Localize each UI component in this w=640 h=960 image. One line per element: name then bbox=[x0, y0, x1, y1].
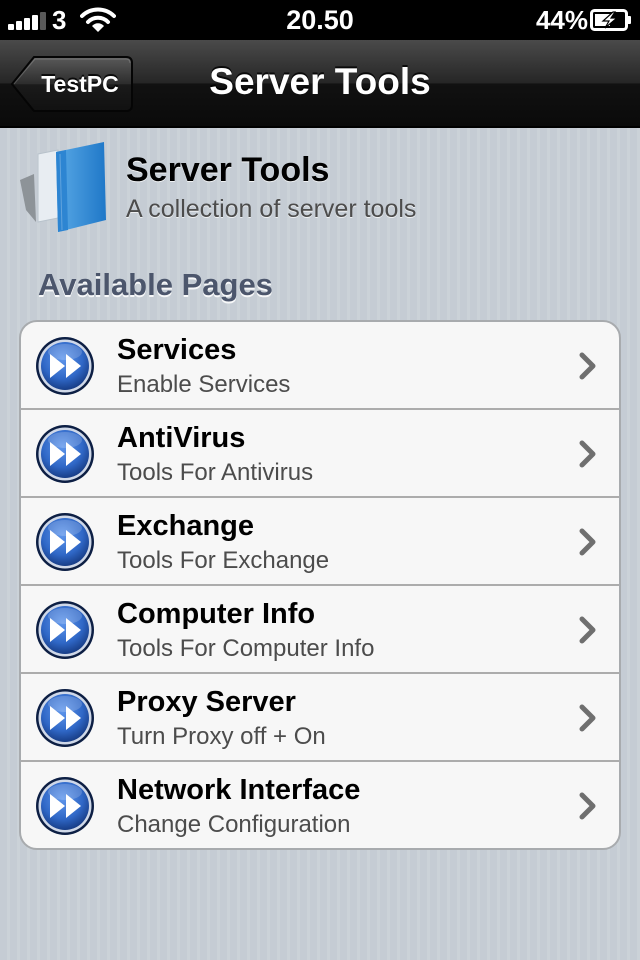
fast-forward-icon bbox=[36, 689, 94, 747]
fast-forward-icon bbox=[36, 601, 94, 659]
section-header: Available Pages bbox=[38, 267, 273, 302]
fast-forward-icon bbox=[36, 513, 94, 571]
list-item-subtitle: Tools For Exchange bbox=[117, 547, 330, 574]
list-item-proxy-server[interactable]: Proxy Server Turn Proxy off + On bbox=[21, 674, 619, 762]
book-icon bbox=[20, 142, 106, 232]
header-title: Server Tools bbox=[126, 151, 330, 189]
list-item-title: Network Interface bbox=[117, 774, 361, 806]
battery-charging-icon bbox=[590, 9, 631, 31]
list-item-title: Computer Info bbox=[117, 598, 316, 630]
list-item-title: Exchange bbox=[117, 510, 254, 542]
list-item-subtitle: Turn Proxy off + On bbox=[117, 723, 326, 750]
chevron-right-icon bbox=[579, 440, 596, 468]
navigation-bar: TestPC Server Tools bbox=[0, 40, 640, 128]
list-item-antivirus[interactable]: AntiVirus Tools For Antivirus bbox=[21, 410, 619, 498]
chevron-right-icon bbox=[579, 528, 596, 556]
status-bar: 3 20.50 44% bbox=[0, 0, 640, 40]
chevron-right-icon bbox=[579, 792, 596, 820]
nav-title: Server Tools bbox=[209, 61, 431, 102]
back-button[interactable]: TestPC bbox=[10, 55, 134, 113]
list-item-title: Proxy Server bbox=[117, 686, 296, 718]
fast-forward-icon bbox=[36, 777, 94, 835]
header-subtitle: A collection of server tools bbox=[126, 195, 417, 223]
list-item-title: AntiVirus bbox=[117, 422, 246, 454]
list-item-subtitle: Enable Services bbox=[117, 371, 291, 398]
list-item-exchange[interactable]: Exchange Tools For Exchange bbox=[21, 498, 619, 586]
chevron-right-icon bbox=[579, 616, 596, 644]
list-item-subtitle: Tools For Antivirus bbox=[117, 459, 314, 486]
list-item-services[interactable]: Services Enable Services bbox=[21, 322, 619, 410]
chevron-right-icon bbox=[579, 352, 596, 380]
list-item-network-interface[interactable]: Network Interface Change Configuration bbox=[21, 762, 619, 848]
list-item-title: Services bbox=[117, 334, 237, 366]
list-item-computer-info[interactable]: Computer Info Tools For Computer Info bbox=[21, 586, 619, 674]
list-item-subtitle: Change Configuration bbox=[117, 811, 351, 838]
fast-forward-icon bbox=[36, 337, 94, 395]
chevron-right-icon bbox=[579, 704, 596, 732]
list-item-subtitle: Tools For Computer Info bbox=[117, 635, 375, 662]
back-button-label: TestPC bbox=[41, 71, 119, 97]
fast-forward-icon bbox=[36, 425, 94, 483]
pages-list: Services Enable Services AntiVirus Tools… bbox=[19, 320, 621, 850]
battery-percent: 44% bbox=[535, 5, 588, 35]
